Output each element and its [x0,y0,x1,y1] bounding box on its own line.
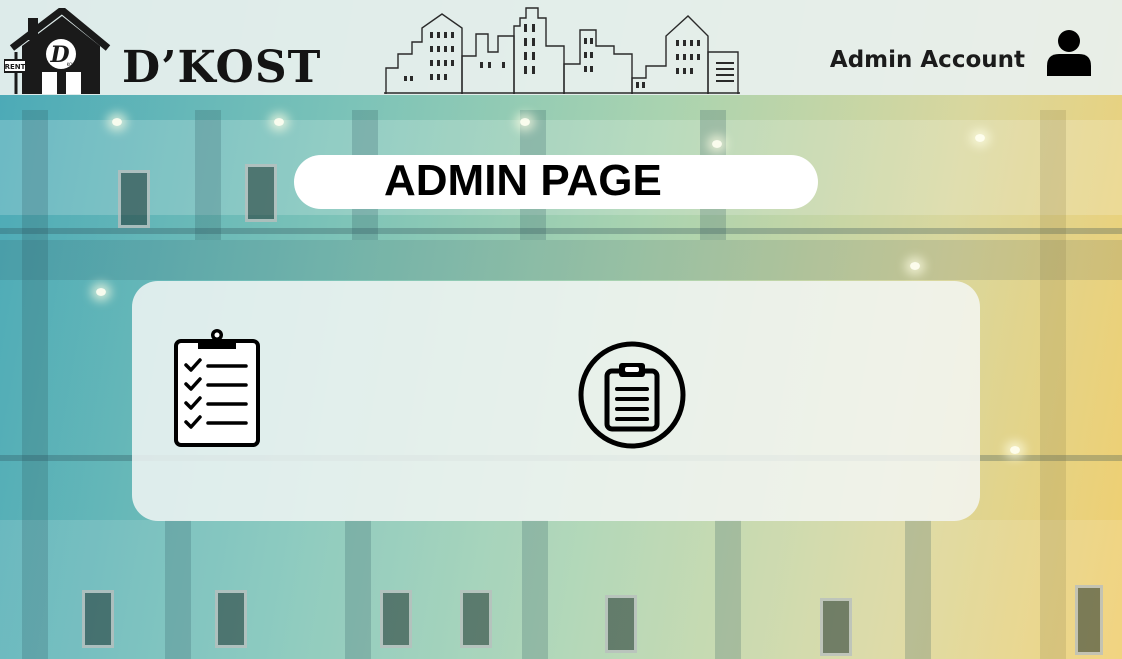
bg-door [460,590,492,648]
bg-railing [0,228,1122,234]
bg-ceiling-band [0,240,1122,280]
bg-door [380,590,412,648]
bg-door [82,590,114,648]
bg-pillar [195,110,221,240]
user-icon[interactable] [1044,28,1094,78]
page-title-pill: ADMIN PAGE [294,155,818,209]
logo-small-text: KOST [67,62,78,67]
house-logo-icon: RENT D KOST [3,6,111,94]
bg-pillar [905,520,931,659]
bg-door [820,598,852,656]
bg-pillar [1040,110,1066,659]
bg-door [1075,585,1103,655]
bg-ceiling-light [910,262,920,270]
bg-ceiling-light [975,134,985,142]
bg-pillar [715,520,741,659]
bg-ceiling-light [112,118,122,126]
page-title: ADMIN PAGE [384,156,662,205]
clipboard-circle-icon[interactable] [576,339,688,451]
header-bar: RENT D KOST D’KOST Admin Account [0,0,1122,95]
bg-door [118,170,150,228]
bg-pillar [522,520,548,659]
bg-ceiling-light [96,288,106,296]
admin-account-label[interactable]: Admin Account [830,44,1025,76]
bg-door [605,595,637,653]
bg-door [245,164,277,222]
admin-page: RENT D KOST D’KOST Admin Account ADMIN P… [0,0,1122,659]
admin-menu-card [132,281,980,521]
bg-ceiling-light [274,118,284,126]
bg-ceiling-light [1010,446,1020,454]
bg-ceiling-light [712,140,722,148]
brand-logo[interactable]: RENT D KOST D’KOST [3,6,324,94]
bg-pillar [345,520,371,659]
logo-sign-text: RENT [5,63,26,71]
bg-door [215,590,247,648]
city-skyline-icon [384,7,740,94]
bg-pillar [22,110,48,659]
checklist-clipboard-icon[interactable] [170,327,264,451]
brand-name: D’KOST [122,42,322,93]
bg-ceiling-light [520,118,530,126]
bg-pillar [165,520,191,659]
